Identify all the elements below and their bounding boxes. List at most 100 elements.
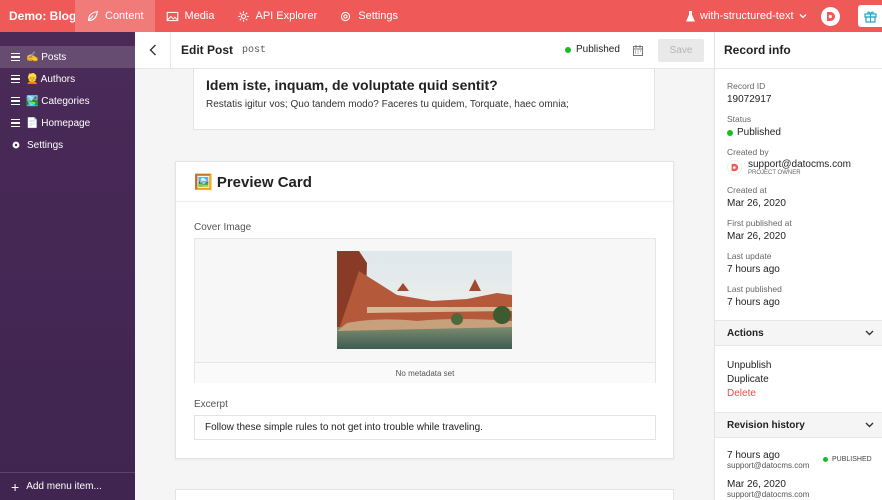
sidebar-item-posts[interactable]: ✍️ Posts bbox=[0, 46, 135, 68]
chevron-left-icon bbox=[149, 44, 156, 56]
chevron-down-icon bbox=[799, 14, 806, 19]
creator: support@datocms.com PROJECT OWNER bbox=[727, 159, 851, 176]
first-published-label: First published at bbox=[727, 218, 792, 228]
last-update-label: Last update bbox=[727, 251, 772, 261]
record-editor: Edit Post post Published Save Idem iste,… bbox=[135, 32, 714, 500]
last-update-group: Last update 7 hours ago bbox=[727, 251, 780, 275]
menu-icon bbox=[11, 52, 20, 62]
revision-badge-label: PUBLISHED bbox=[832, 456, 872, 463]
delete-action[interactable]: Delete bbox=[727, 388, 756, 399]
revision-item[interactable]: 7 hours ago support@datocms.com bbox=[727, 450, 809, 470]
publication-status: Published bbox=[565, 44, 620, 55]
first-published-value: Mar 26, 2020 bbox=[727, 231, 786, 242]
page-title: Edit Post bbox=[181, 43, 234, 57]
revision-item[interactable]: Mar 26, 2020 support@datocms.com bbox=[727, 479, 809, 499]
last-published-group: Last published 7 hours ago bbox=[727, 284, 782, 308]
revision-time: Mar 26, 2020 bbox=[727, 479, 786, 490]
status-label: Published bbox=[576, 44, 620, 55]
datocms-logo-icon bbox=[731, 163, 739, 172]
plus-icon: + bbox=[11, 478, 20, 495]
unpublish-action[interactable]: Unpublish bbox=[727, 360, 771, 371]
user-avatar[interactable] bbox=[821, 7, 840, 26]
project-name[interactable]: Demo: Blog bbox=[0, 9, 76, 23]
revision-history-toggle[interactable]: Revision history bbox=[715, 412, 882, 438]
sidebar-item-label: 📄 Homepage bbox=[26, 117, 91, 129]
nav-api-explorer-label: API Explorer bbox=[255, 10, 318, 22]
sidebar-item-homepage[interactable]: 📄 Homepage bbox=[0, 112, 135, 134]
nav-settings[interactable]: Settings bbox=[328, 0, 409, 32]
flask-icon bbox=[686, 10, 695, 21]
sidebar-item-categories[interactable]: 🏞️ Categories bbox=[0, 90, 135, 112]
duplicate-action[interactable]: Duplicate bbox=[727, 374, 769, 385]
created-at-label: Created at bbox=[727, 185, 767, 195]
main-nav: Content Media API Explorer Settings bbox=[75, 0, 409, 32]
nav-content-label: Content bbox=[105, 10, 144, 22]
environment-name: with-structured-text bbox=[700, 10, 794, 22]
record-id-group: Record ID 19072917 bbox=[727, 81, 772, 105]
revision-status-badge: PUBLISHED bbox=[823, 456, 872, 463]
status-value: Published bbox=[727, 127, 781, 138]
calendar-icon bbox=[633, 45, 643, 56]
revision-time: 7 hours ago bbox=[727, 450, 780, 461]
add-menu-item-button[interactable]: + Add menu item... bbox=[0, 472, 135, 500]
nav-settings-label: Settings bbox=[358, 10, 398, 22]
preview-card-fieldset: 🖼️ Preview Card Cover Image No metadata … bbox=[175, 161, 674, 459]
fieldset-title: 🖼️ Preview Card bbox=[176, 162, 673, 202]
status-text: Published bbox=[737, 127, 781, 138]
last-update-value: 7 hours ago bbox=[727, 264, 780, 275]
no-metadata-note: No metadata set bbox=[195, 362, 655, 383]
nav-media-label: Media bbox=[184, 10, 215, 22]
gear-icon bbox=[341, 11, 351, 21]
image-icon bbox=[166, 11, 178, 21]
save-button[interactable]: Save bbox=[658, 39, 704, 62]
content-sidebar: ✍️ Posts 👱 Authors 🏞️ Categories 📄 Homep… bbox=[0, 32, 135, 500]
model-api-key: post bbox=[242, 44, 267, 56]
gear-small-icon bbox=[237, 10, 249, 22]
created-by-label: Created by bbox=[727, 147, 769, 157]
block-paragraph: Restatis igitur vos; Quo tandem modo? Fa… bbox=[206, 99, 569, 110]
excerpt-label: Excerpt bbox=[194, 399, 228, 410]
last-published-label: Last published bbox=[727, 284, 782, 294]
nav-media[interactable]: Media bbox=[155, 0, 226, 32]
actions-section-toggle[interactable]: Actions bbox=[715, 320, 882, 346]
creator-avatar bbox=[727, 160, 742, 175]
excerpt-input[interactable]: Follow these simple rules to not get int… bbox=[194, 415, 656, 440]
gift-icon bbox=[863, 11, 877, 23]
next-fieldset bbox=[175, 489, 674, 500]
record-info-panel: Record info Record ID 19072917 Status Pu… bbox=[714, 32, 882, 500]
sidebar-item-authors[interactable]: 👱 Authors bbox=[0, 68, 135, 90]
created-at-group: Created at Mar 26, 2020 bbox=[727, 185, 786, 209]
revision-history-title: Revision history bbox=[727, 419, 805, 431]
leaf-icon bbox=[87, 10, 98, 21]
status-label: Status bbox=[727, 114, 752, 124]
gear-icon bbox=[12, 141, 20, 149]
record-id-value: 19072917 bbox=[727, 94, 772, 105]
cover-image-thumbnail[interactable] bbox=[337, 251, 512, 349]
top-bar: Demo: Blog Content Media API Explorer Se… bbox=[0, 0, 882, 32]
sidebar-item-label: ✍️ Posts bbox=[26, 51, 67, 63]
menu-icon bbox=[11, 118, 20, 128]
editor-header: Edit Post post Published Save bbox=[135, 32, 714, 69]
sidebar-item-label: 🏞️ Categories bbox=[26, 95, 90, 107]
cover-image-label: Cover Image bbox=[194, 222, 252, 233]
first-published-group: First published at Mar 26, 2020 bbox=[727, 218, 792, 242]
status-dot bbox=[565, 46, 571, 53]
nav-api-explorer[interactable]: API Explorer bbox=[226, 0, 329, 32]
panel-title: Record info bbox=[715, 32, 882, 69]
menu-icon bbox=[11, 74, 20, 84]
menu-icon bbox=[11, 96, 20, 106]
actions-title: Actions bbox=[727, 327, 764, 339]
structured-text-block[interactable]: Idem iste, inquam, de voluptate quid sen… bbox=[193, 69, 655, 130]
add-menu-item-label: Add menu item... bbox=[26, 481, 102, 492]
status-dot bbox=[823, 457, 828, 462]
sidebar-item-settings[interactable]: Settings bbox=[0, 134, 135, 156]
back-button[interactable] bbox=[135, 32, 171, 69]
environment-selector[interactable]: with-structured-text bbox=[686, 0, 807, 32]
nav-content[interactable]: Content bbox=[75, 0, 155, 32]
whats-new-button[interactable] bbox=[858, 5, 882, 27]
cover-image-field[interactable]: No metadata set bbox=[194, 238, 656, 383]
schedule-button[interactable] bbox=[633, 44, 643, 59]
datocms-logo-icon bbox=[827, 12, 835, 21]
record-id-label: Record ID bbox=[727, 81, 766, 91]
sidebar-item-label: Settings bbox=[27, 139, 64, 151]
